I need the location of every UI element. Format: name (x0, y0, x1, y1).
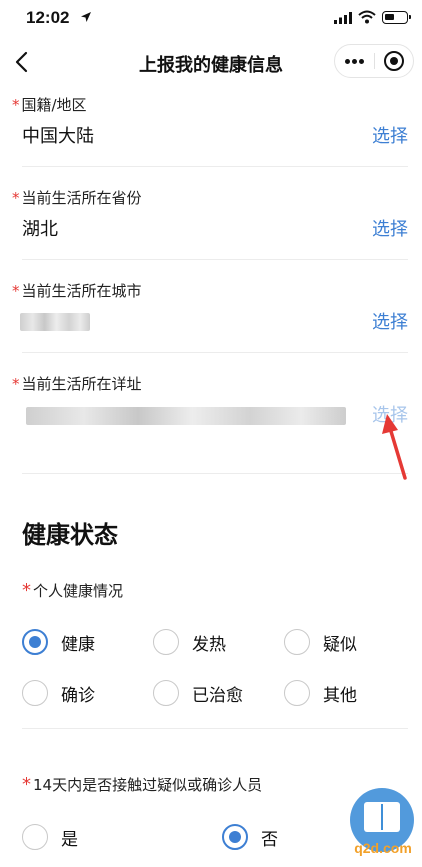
miniprogram-capsule (334, 44, 414, 78)
radio-health-other[interactable]: 其他 (284, 680, 357, 706)
question-contact-label: * 14天内是否接触过疑似或确诊人员 (22, 774, 263, 795)
radio-unchecked-icon (153, 629, 179, 655)
radio-health-suspected[interactable]: 疑似 (284, 629, 357, 655)
divider (22, 166, 408, 167)
field-label: * 当前生活所在城市 (12, 282, 142, 300)
wifi-icon (358, 10, 376, 24)
radio-unchecked-icon (22, 680, 48, 706)
radio-health-healthy[interactable]: 健康 (22, 629, 95, 655)
watermark-logo: q2d.com (346, 786, 420, 864)
signal-icon (334, 12, 352, 24)
section-title-health: 健康状态 (22, 521, 118, 549)
select-province-button[interactable]: 选择 (372, 215, 408, 241)
field-value: 中国大陆 (22, 126, 94, 147)
dot-icon (359, 59, 364, 64)
radio-checked-icon (22, 629, 48, 655)
radio-health-fever[interactable]: 发热 (153, 629, 226, 655)
required-mark: * (22, 580, 31, 601)
field-nationality: * 国籍/地区 中国大陆 选择 (0, 94, 422, 166)
blurred-value (26, 407, 346, 425)
radio-unchecked-icon (284, 680, 310, 706)
required-mark: * (12, 96, 20, 114)
radio-checked-icon (222, 824, 248, 850)
blurred-value (20, 313, 90, 331)
radio-contact-no[interactable]: 否 (222, 824, 278, 850)
divider (22, 473, 408, 474)
field-label: * 当前生活所在省份 (12, 189, 142, 207)
field-label: * 国籍/地区 (12, 96, 87, 114)
radio-unchecked-icon (153, 680, 179, 706)
radio-health-confirmed[interactable]: 确诊 (22, 680, 95, 706)
close-miniprogram-button[interactable] (375, 45, 413, 77)
field-city: * 当前生活所在城市 选择 (0, 280, 422, 352)
annotation-arrow-icon (382, 414, 407, 480)
field-province: * 当前生活所在省份 湖北 选择 (0, 187, 422, 259)
target-dot-icon (390, 57, 398, 65)
divider (22, 728, 408, 729)
nav-bar: 上报我的健康信息 (0, 40, 422, 84)
radio-unchecked-icon (284, 629, 310, 655)
select-city-button[interactable]: 选择 (372, 308, 408, 334)
dot-icon (352, 59, 357, 64)
watermark-text: q2d.com (354, 840, 412, 856)
question-health-label: * 个人健康情况 (22, 580, 124, 601)
dot-icon (345, 59, 350, 64)
radio-contact-yes[interactable]: 是 (22, 824, 78, 850)
radio-unchecked-icon (22, 824, 48, 850)
required-mark: * (12, 282, 20, 300)
book-icon (364, 802, 400, 832)
divider (22, 259, 408, 260)
divider (22, 352, 408, 353)
status-bar: 12:02 (0, 0, 422, 40)
status-time: 12:02 (26, 8, 70, 27)
field-address: * 当前生活所在详址 选择 (0, 373, 422, 473)
radio-health-recovered[interactable]: 已治愈 (153, 680, 243, 706)
select-nationality-button[interactable]: 选择 (372, 122, 408, 148)
required-mark: * (12, 375, 20, 393)
required-mark: * (12, 189, 20, 207)
required-mark: * (22, 774, 31, 795)
field-label: * 当前生活所在详址 (12, 375, 142, 393)
more-button[interactable] (335, 45, 374, 77)
location-arrow-icon (81, 12, 91, 22)
battery-icon (382, 11, 411, 24)
field-value: 湖北 (22, 219, 58, 240)
